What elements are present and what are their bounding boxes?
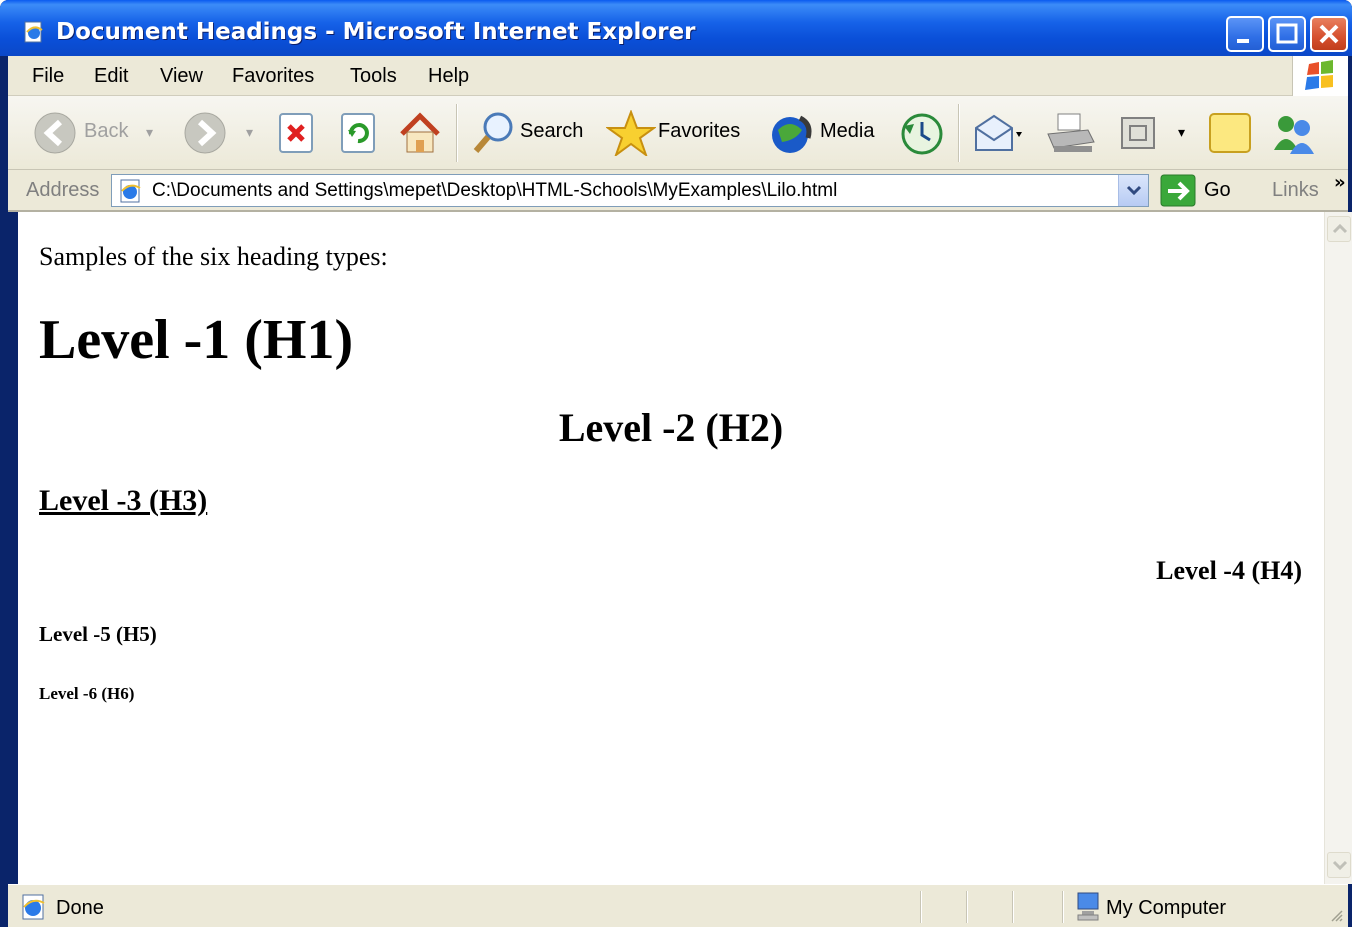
page-content: Samples of the six heading types: Level …	[18, 212, 1324, 884]
edit-dropdown-icon[interactable]: ▾	[1178, 124, 1185, 141]
resize-grip-icon[interactable]	[1330, 909, 1344, 923]
toolbar-separator	[456, 104, 458, 162]
status-divider	[920, 891, 922, 923]
stop-icon[interactable]	[276, 110, 318, 156]
mail-icon[interactable]	[972, 110, 1022, 156]
windows-logo	[1292, 56, 1348, 96]
toolbar-separator	[958, 104, 960, 162]
status-divider	[966, 891, 968, 923]
address-dropdown-button[interactable]	[1118, 175, 1148, 206]
status-divider	[1012, 891, 1014, 923]
heading-h1: Level -1 (H1)	[39, 309, 354, 371]
refresh-icon[interactable]	[338, 110, 380, 156]
close-button[interactable]	[1310, 16, 1348, 52]
favorites-star-icon[interactable]	[606, 110, 656, 156]
address-input[interactable]: C:\Documents and Settings\mepet\Desktop\…	[152, 180, 837, 202]
address-field[interactable]: C:\Documents and Settings\mepet\Desktop\…	[111, 174, 1149, 207]
browser-window: Document Headings - Microsoft Internet E…	[0, 0, 1352, 927]
vertical-scrollbar[interactable]	[1324, 212, 1352, 884]
status-bar: Done My Computer	[8, 884, 1348, 927]
go-label: Go	[1204, 179, 1231, 201]
maximize-icon	[1276, 23, 1298, 44]
ie-page-icon	[24, 21, 43, 43]
window-title: Document Headings - Microsoft Internet E…	[56, 19, 696, 45]
history-icon[interactable]	[898, 110, 946, 156]
address-bar: Address C:\Documents and Settings\mepet\…	[8, 170, 1348, 212]
close-icon	[1319, 24, 1339, 44]
intro-text: Samples of the six heading types:	[39, 242, 388, 271]
menu-bar: File Edit View Favorites Tools Help	[8, 56, 1348, 96]
menu-tools[interactable]: Tools	[350, 65, 397, 88]
minimize-button[interactable]	[1226, 16, 1264, 52]
media-button-label[interactable]: Media	[820, 120, 874, 143]
chevron-up-icon	[1332, 223, 1348, 234]
menu-view[interactable]: View	[160, 65, 203, 88]
print-icon[interactable]	[1044, 110, 1098, 156]
go-arrow-icon	[1160, 174, 1196, 207]
forward-dropdown-icon[interactable]: ▾	[246, 124, 253, 141]
page-done-icon	[22, 894, 45, 920]
edit-icon[interactable]	[1116, 110, 1160, 156]
standard-toolbar: Back ▾ ▾ Search Favorites Media ▾	[8, 96, 1348, 170]
favorites-button-label[interactable]: Favorites	[658, 120, 740, 143]
chevron-down-icon	[1126, 185, 1142, 196]
minimize-icon	[1237, 39, 1249, 43]
search-icon[interactable]	[470, 110, 516, 156]
scroll-down-button[interactable]	[1327, 852, 1351, 878]
address-label: Address	[26, 179, 100, 201]
heading-h5: Level -5 (H5)	[39, 622, 157, 646]
status-text: Done	[56, 897, 104, 919]
forward-icon[interactable]	[182, 110, 228, 156]
heading-h6: Level -6 (H6)	[39, 684, 135, 703]
links-label[interactable]: Links	[1272, 179, 1319, 202]
menu-edit[interactable]: Edit	[94, 65, 128, 88]
my-computer-icon	[1077, 892, 1099, 921]
chevron-down-icon	[1332, 860, 1348, 871]
security-zone-label: My Computer	[1106, 897, 1227, 919]
discuss-icon[interactable]	[1206, 110, 1254, 156]
heading-h2: Level -2 (H2)	[558, 405, 784, 450]
status-divider	[1062, 891, 1064, 923]
back-button-label[interactable]: Back	[84, 120, 128, 143]
menu-help[interactable]: Help	[428, 65, 469, 88]
home-icon[interactable]	[396, 110, 444, 156]
media-icon[interactable]	[768, 110, 818, 156]
search-button-label[interactable]: Search	[520, 120, 583, 143]
back-dropdown-icon[interactable]: ▾	[146, 124, 153, 141]
heading-h4: Level -4 (H4)	[1156, 556, 1302, 585]
scroll-up-button[interactable]	[1327, 216, 1351, 242]
windows-flag-icon	[1305, 60, 1333, 90]
go-button[interactable]: Go	[1160, 174, 1240, 207]
title-bar[interactable]: Document Headings - Microsoft Internet E…	[0, 0, 1352, 56]
heading-h3: Level -3 (H3)	[39, 484, 208, 517]
messenger-icon[interactable]	[1268, 110, 1320, 156]
maximize-button[interactable]	[1268, 16, 1306, 52]
menu-file[interactable]: File	[32, 65, 64, 88]
links-chevron-icon[interactable]: »	[1334, 172, 1346, 193]
back-icon[interactable]	[32, 110, 78, 156]
menu-favorites[interactable]: Favorites	[232, 65, 314, 88]
ie-page-icon	[120, 179, 141, 203]
